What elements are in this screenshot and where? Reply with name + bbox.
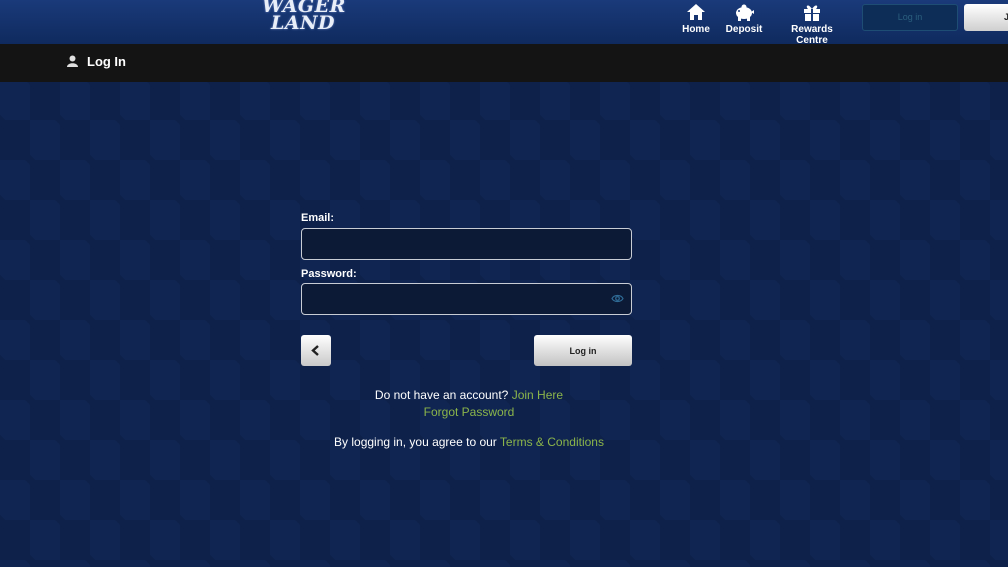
chevron-left-icon <box>311 345 319 356</box>
piggy-bank-icon <box>736 4 754 21</box>
terms-link[interactable]: Terms & Conditions <box>500 435 604 449</box>
forgot-password-row: Forgot Password <box>260 405 678 419</box>
logo-line-2: LAND <box>271 12 335 34</box>
forgot-password-link[interactable]: Forgot Password <box>424 405 515 419</box>
join-prompt: Do not have an account? Join Here <box>260 388 678 402</box>
email-field[interactable] <box>301 228 632 260</box>
top-header: WAGER LAND Home Deposit Rewards Centre L… <box>0 0 1008 46</box>
header-login-button[interactable]: Log in <box>862 4 958 31</box>
nav-home[interactable]: Home <box>680 3 712 39</box>
user-icon <box>67 55 78 67</box>
terms-text: By logging in, you agree to our <box>334 435 497 449</box>
page-title-bar: Log In <box>0 44 1008 82</box>
nav-rewards-centre[interactable]: Rewards Centre <box>776 3 848 46</box>
email-label: Email: <box>301 212 335 224</box>
login-submit-button[interactable]: Log in <box>534 335 632 366</box>
nav-rewards-label: Rewards Centre <box>791 24 833 46</box>
nav-deposit-label: Deposit <box>725 24 763 35</box>
password-field[interactable] <box>301 283 632 315</box>
nav-home-label: Home <box>682 24 710 35</box>
terms-notice: By logging in, you agree to our Terms & … <box>260 435 678 449</box>
eye-icon[interactable] <box>611 293 624 304</box>
header-join-button[interactable]: J <box>964 4 1008 31</box>
gift-icon <box>804 5 820 21</box>
home-icon <box>687 4 705 20</box>
page-title: Log In <box>87 54 126 69</box>
password-label: Password: <box>301 268 357 280</box>
join-here-link[interactable]: Join Here <box>512 388 563 402</box>
nav-deposit[interactable]: Deposit <box>725 3 763 39</box>
wagerland-logo[interactable]: WAGER LAND <box>262 0 345 40</box>
no-account-text: Do not have an account? <box>374 388 509 402</box>
back-button[interactable] <box>301 335 331 366</box>
